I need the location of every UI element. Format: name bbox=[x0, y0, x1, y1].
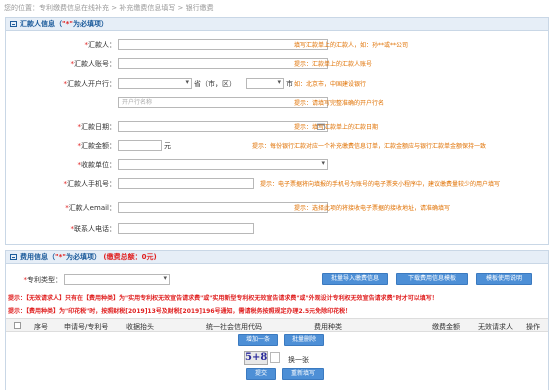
email-hint: 提示：选择此项的将接收电子票据的接收地址，请准确填写 bbox=[294, 205, 451, 212]
remitter-title: 汇款人信息 bbox=[20, 20, 55, 28]
name-row: *汇款人： 填写汇款单上的汇款人，如：孙**或**公司 bbox=[6, 39, 546, 51]
captcha-refresh-link[interactable]: 换一张 bbox=[288, 355, 309, 365]
select-all-checkbox[interactable] bbox=[14, 322, 21, 329]
reset-button[interactable]: 重新填写 bbox=[282, 368, 324, 380]
remit-amount-input[interactable] bbox=[118, 140, 162, 151]
col-application-no: 申请号/专利号 bbox=[64, 323, 109, 331]
fee-table-header: 序号 申请号/专利号 收据抬头 统一社会信用代码 费用种类 缴费金额 无效请求人… bbox=[6, 318, 548, 332]
account-row: *汇款人账号： 提示：汇款单上的汇款人账号 bbox=[6, 58, 546, 70]
fee-title: 费用信息 bbox=[20, 253, 48, 261]
list-icon bbox=[10, 254, 17, 260]
warning-stamp-tax: 提示：【费用种类】为"印花税"时，按照财税[2019]13号及财税[2019]1… bbox=[8, 308, 352, 315]
province-select[interactable] bbox=[118, 78, 192, 89]
submit-button[interactable]: 提交 bbox=[246, 368, 276, 380]
name-hint: 填写汇款单上的汇款人，如：孙**或**公司 bbox=[294, 42, 409, 49]
account-hint: 提示：汇款单上的汇款人账号 bbox=[294, 61, 373, 68]
list-icon bbox=[10, 21, 17, 27]
date-row: *汇款日期： 提示：填写汇款单上的汇款日期 bbox=[6, 121, 546, 133]
bank-hint: 如：北京市，中国建设银行 bbox=[294, 81, 367, 88]
city-suffix: 市 bbox=[286, 80, 293, 88]
date-label: *汇款日期： bbox=[77, 123, 117, 131]
amount-label: *汇款金额： bbox=[77, 142, 117, 150]
email-label: *汇款人email： bbox=[65, 204, 116, 212]
batch-delete-button[interactable]: 批量删除 bbox=[284, 334, 324, 346]
batch-import-button[interactable]: 批量导入缴费信息 bbox=[322, 273, 388, 285]
patent-type-select[interactable] bbox=[64, 274, 170, 285]
col-amount: 缴费金额 bbox=[432, 323, 460, 331]
breadcrumb: 您的位置：专利缴费信息在线补充 > 补充缴费信息填写 > 银行缴费 bbox=[4, 4, 214, 12]
phone-input[interactable] bbox=[118, 178, 254, 189]
amount-unit: 元 bbox=[164, 142, 171, 150]
add-row-button[interactable]: 增加一条 bbox=[238, 334, 278, 346]
account-label: *汇款人账号： bbox=[70, 60, 117, 68]
bank-label: *汇款人开户行： bbox=[63, 80, 117, 88]
email-row: *汇款人email： 提示：选择此项的将接收电子票据的接收地址，请准确填写 bbox=[6, 202, 546, 214]
amount-hint: 提示：每份银行汇款对应一个补充缴费信息订单，汇款金额应与银行汇款单金额保持一致 bbox=[252, 143, 487, 150]
remitter-panel: 汇款人信息（"*"为必填项） *汇款人： 填写汇款单上的汇款人，如：孙**或**… bbox=[5, 17, 549, 245]
payee-row: *收款单位： bbox=[6, 159, 546, 171]
city-select[interactable] bbox=[246, 78, 284, 89]
bank-row: *汇款人开户行： 省（市，区） 市 如：北京市，中国建设银行 bbox=[6, 78, 546, 90]
captcha-image: 5+8 bbox=[244, 351, 268, 365]
col-fee-type: 费用种类 bbox=[314, 323, 342, 331]
col-invalid-requester: 无效请求人 bbox=[478, 323, 513, 331]
payee-select[interactable] bbox=[118, 159, 328, 170]
col-index: 序号 bbox=[34, 323, 48, 331]
fee-panel-header: 费用信息（"*"为必填项） (缴费总额：0元) bbox=[6, 251, 548, 264]
phone-label: *汇款人手机号： bbox=[63, 180, 117, 188]
province-suffix: 省（市，区） bbox=[194, 80, 236, 88]
phone-row: *汇款人手机号： 提示：电子票据将向填报的手机号为账号的电子票夹小程序中，建议缴… bbox=[6, 178, 546, 190]
col-operation: 操作 bbox=[526, 323, 540, 331]
contact-row: *联系人电话： bbox=[6, 223, 546, 235]
payee-label: *收款单位： bbox=[77, 161, 117, 169]
contact-label: *联系人电话： bbox=[70, 225, 117, 233]
name-label: *汇款人： bbox=[84, 41, 117, 49]
bank-name-row: 开户行名称 提示：请填写完整准确的开户行名 bbox=[6, 97, 546, 109]
remitter-title-note: （"*"为必填项） bbox=[55, 20, 108, 28]
download-template-button[interactable]: 下载费用信息模板 bbox=[396, 273, 468, 285]
fee-total: (缴费总额：0元) bbox=[103, 253, 157, 261]
contact-phone-input[interactable] bbox=[118, 223, 254, 234]
patent-type-label: *专利类型： bbox=[23, 276, 63, 284]
bank-name-hint: 提示：请填写完整准确的开户行名 bbox=[294, 100, 385, 107]
amount-row: *汇款金额： 元 提示：每份银行汇款对应一个补充缴费信息订单，汇款金额应与银行汇… bbox=[6, 140, 546, 152]
col-credit-code: 统一社会信用代码 bbox=[206, 323, 262, 331]
patent-type-row: *专利类型： 批量导入缴费信息 下载费用信息模板 模板使用说明 bbox=[6, 273, 546, 286]
fee-title-note: （"*"为必填项） bbox=[48, 253, 101, 261]
remitter-panel-header: 汇款人信息（"*"为必填项） bbox=[6, 18, 548, 31]
date-hint: 提示：填写汇款单上的汇款日期 bbox=[294, 124, 379, 131]
fee-panel: 费用信息（"*"为必填项） (缴费总额：0元) *专利类型： 批量导入缴费信息 … bbox=[5, 250, 549, 390]
col-receipt-title: 收据抬头 bbox=[126, 323, 154, 331]
phone-hint: 提示：电子票据将向填报的手机号为账号的电子票夹小程序中，建议缴费量较少的用户填写 bbox=[260, 181, 501, 188]
warning-invalid-requester: 提示：【无效请求人】只有在【费用种类】为"实用专利权无效宣告请求费"或"实用新型… bbox=[8, 295, 438, 302]
captcha-input[interactable] bbox=[270, 352, 280, 363]
template-help-button[interactable]: 模板使用说明 bbox=[476, 273, 532, 285]
